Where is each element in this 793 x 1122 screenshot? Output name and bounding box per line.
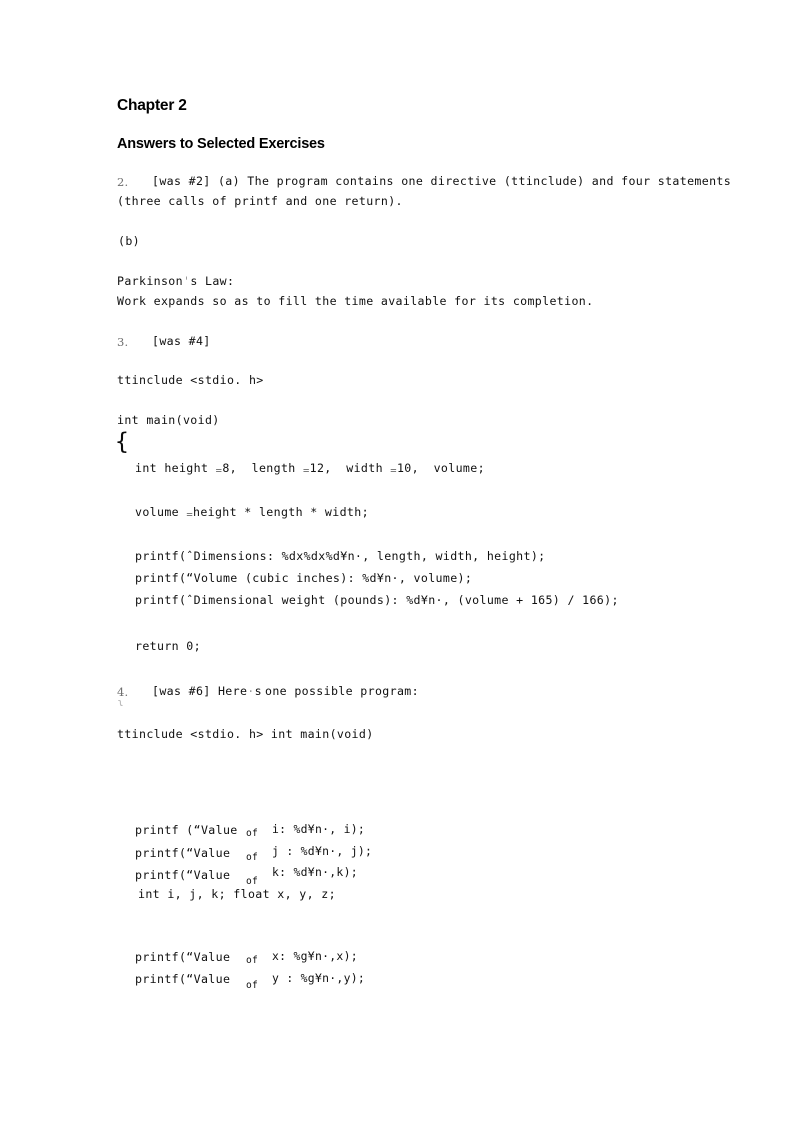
list-marker-4: 4. <box>117 685 129 699</box>
document-page: Chapter 2 Answers to Selected Exercises … <box>0 0 793 1122</box>
item4-printf-i-of: of <box>246 828 258 839</box>
assign-pre: volume <box>135 505 187 519</box>
item4-include-line: ttinclude <stdio. h> int main(void) <box>117 727 374 741</box>
item4-apostrophe: · <box>247 684 255 698</box>
item3-label: [was #4] <box>152 334 211 348</box>
item3-printf-weight: printf(ˆDimensional weight (pounds): %d¥… <box>135 593 619 607</box>
decl-tail: 10, volume; <box>396 461 485 475</box>
item2-line-1: [was #2] (a) The program contains one di… <box>152 174 732 188</box>
item4-printf-x-head: printf(“Value <box>135 950 231 964</box>
item4-declaration-line: int i, j, k; float x, y, z; <box>138 887 336 901</box>
item3-main-signature: int main(void) <box>117 413 220 427</box>
item3-open-brace: { <box>115 429 129 455</box>
decl-equals-2: = <box>302 465 310 477</box>
item4-printf-y-tail: y : %g¥n·,y); <box>272 971 366 985</box>
section-heading: Answers to Selected Exercises <box>117 136 325 152</box>
item4-label: [was #6] Here·s <box>152 685 262 698</box>
item4-printf-j-tail: j : %d¥n·, j); <box>272 844 373 858</box>
item3-printf-volume: printf(“Volume (cubic inches): %d¥n·, vo… <box>135 571 473 585</box>
item4-label-tail: one possible program: <box>265 684 419 698</box>
parkinson-law-title-text: Parkinson <box>117 274 183 288</box>
item4-printf-x-tail: x: %g¥n·,x); <box>272 949 358 963</box>
assign-equals: = <box>186 509 193 521</box>
decl-mid-2: 12, width <box>309 461 391 475</box>
chapter-heading: Chapter 2 <box>117 97 187 114</box>
decl-equals-3: = <box>390 465 397 477</box>
item4-printf-y-head: printf(“Value <box>135 972 231 986</box>
item3-return-statement: return 0; <box>135 639 201 653</box>
item4-printf-k-of: of <box>246 876 258 884</box>
item4-printf-k-tail: k: %d¥n·,k); <box>272 865 358 879</box>
item4-printf-k-head: printf(“Value <box>135 868 231 882</box>
item4-printf-j-head: printf(“Value <box>135 846 231 860</box>
parkinson-law-title: Parkinson's Law: <box>117 275 234 288</box>
list-marker-2: 2. <box>117 175 129 189</box>
assign-tail: height * length * width; <box>192 505 369 519</box>
item4-printf-i-tail: i: %d¥n·, i); <box>272 822 366 836</box>
item4-printf-i-head: printf (“Value <box>135 823 238 837</box>
item3-printf-dimensions: printf(ˆDimensions: %dx%dx%d¥n·, length,… <box>135 549 546 563</box>
decl-pre: int height <box>135 461 216 475</box>
item3-assignment: volume =height * length * width; <box>135 505 369 522</box>
item4-label-pre: [was #6] Here <box>152 684 248 698</box>
item4-printf-x-of: of <box>246 955 258 966</box>
decl-equals-1: = <box>215 465 223 477</box>
item4-stray-close-brace: } <box>117 698 124 706</box>
item3-include-directive: ttinclude <stdio. h> <box>117 373 264 387</box>
item2-line-2: (three calls of printf and one return). <box>117 194 403 208</box>
item4-printf-y-of: of <box>246 980 258 988</box>
parkinson-law-title-rest: s Law: <box>190 274 235 288</box>
decl-mid-1: 8, length <box>222 461 303 475</box>
list-marker-3: 3. <box>117 335 129 349</box>
item4-label-mid: s <box>254 684 262 698</box>
item3-declaration: int height =8, length =12, width =10, vo… <box>135 461 485 478</box>
item2-part-b-label: (b) <box>118 234 140 248</box>
parkinson-law-body: Work expands so as to fill the time avai… <box>117 294 594 308</box>
item4-printf-j-of: of <box>246 852 258 863</box>
